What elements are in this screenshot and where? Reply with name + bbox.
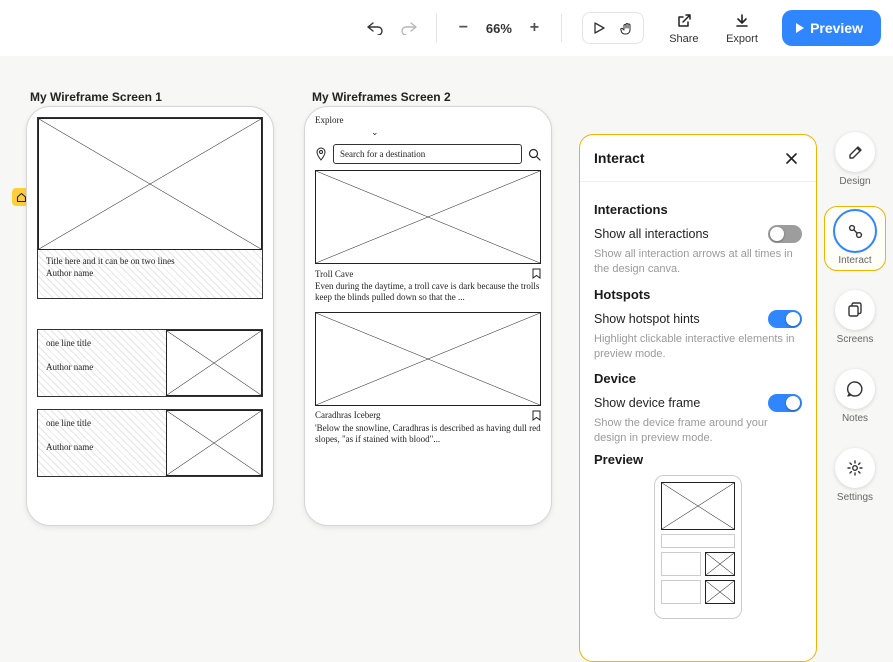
image-placeholder (661, 482, 735, 530)
zoom-in-button[interactable]: + (520, 13, 549, 43)
text-placeholder (661, 580, 701, 604)
share-label: Share (669, 33, 698, 45)
rail-design[interactable]: Design (825, 128, 885, 191)
preview-button[interactable]: Preview (782, 10, 881, 46)
device-frame-1[interactable]: Title here and it can be on two lines Au… (26, 106, 274, 526)
close-icon (786, 153, 797, 164)
device-frame-2[interactable]: Explore ⌄ Search for a destination Troll… (304, 106, 552, 526)
chevron-down-icon[interactable]: ⌄ (305, 127, 551, 138)
export-icon (734, 11, 750, 31)
item-body: 'Below the snowline, Caradhras is descri… (315, 423, 541, 446)
rail-label: Interact (838, 255, 871, 266)
card-small[interactable]: one line title Author name (37, 409, 263, 477)
show-hotspot-hints-desc: Highlight clickable interactive elements… (594, 332, 802, 362)
search-icon[interactable] (528, 148, 541, 161)
text-placeholder (661, 534, 735, 548)
item-body: Even during the daytime, a troll cave is… (315, 281, 541, 304)
toolbar-divider (436, 14, 437, 42)
pencil-icon (835, 132, 875, 172)
show-all-interactions-desc: Show all interaction arrows at all times… (594, 247, 802, 277)
image-placeholder (38, 118, 262, 250)
screens-icon (835, 290, 875, 330)
rail-label: Notes (842, 413, 868, 424)
card-title: Title here and it can be on two lines (38, 250, 262, 268)
home-icon (16, 192, 27, 203)
preview-heading: Preview (594, 452, 802, 467)
toolbar-divider (561, 14, 562, 42)
zoom-out-button[interactable]: − (449, 13, 478, 43)
undo-button[interactable] (360, 13, 389, 43)
explore-heading: Explore (315, 115, 344, 125)
search-input[interactable]: Search for a destination (333, 144, 522, 164)
cursor-mode-group (582, 12, 644, 44)
bookmark-icon[interactable] (532, 268, 541, 279)
list-item[interactable]: Caradhras Iceberg 'Below the snowline, C… (315, 312, 541, 446)
bookmark-icon[interactable] (532, 410, 541, 421)
card-title: one line title (46, 338, 158, 348)
image-placeholder (166, 410, 262, 476)
interact-panel: Interact Interactions Show all interacti… (579, 134, 817, 662)
show-device-frame-desc: Show the device frame around your design… (594, 416, 802, 446)
item-title: Troll Cave (315, 269, 353, 279)
card-large[interactable]: Title here and it can be on two lines Au… (37, 117, 263, 299)
panel-title: Interact (594, 150, 645, 166)
design-canvas[interactable]: My Wireframe Screen 1 Title here and it … (0, 56, 893, 622)
map-pin-icon (315, 147, 327, 161)
right-rail: Design Interact Screens Notes Settings (821, 128, 889, 507)
rail-interact[interactable]: Interact (825, 207, 885, 270)
zoom-level: 66% (484, 21, 514, 36)
rail-label: Design (839, 176, 870, 187)
card-author: Author name (46, 442, 158, 452)
settings-icon (835, 448, 875, 488)
interact-icon (835, 211, 875, 251)
show-all-interactions-toggle[interactable] (768, 225, 802, 243)
show-hotspot-hints-label: Show hotspot hints (594, 312, 700, 326)
image-placeholder (166, 330, 262, 396)
screen-title[interactable]: My Wireframe Screen 1 (30, 90, 162, 104)
share-icon (676, 11, 692, 31)
section-heading-interactions: Interactions (594, 202, 802, 217)
device-preview-thumbnail (654, 475, 742, 619)
play-mode-button[interactable] (585, 15, 613, 41)
image-placeholder (705, 580, 735, 604)
rail-settings[interactable]: Settings (825, 444, 885, 507)
rail-label: Screens (837, 334, 874, 345)
item-title: Caradhras Iceberg (315, 410, 381, 420)
rail-notes[interactable]: Notes (825, 365, 885, 428)
card-author: Author name (38, 268, 262, 298)
hand-mode-button[interactable] (613, 15, 641, 41)
section-heading-hotspots: Hotspots (594, 287, 802, 302)
image-placeholder (315, 312, 541, 406)
export-label: Export (726, 33, 758, 45)
show-all-interactions-label: Show all interactions (594, 227, 709, 241)
show-hotspot-hints-toggle[interactable] (768, 310, 802, 328)
play-icon (796, 23, 804, 33)
screen-title[interactable]: My Wireframes Screen 2 (312, 90, 451, 104)
rail-screens[interactable]: Screens (825, 286, 885, 349)
card-small[interactable]: one line title Author name (37, 329, 263, 397)
notes-icon (835, 369, 875, 409)
close-button[interactable] (780, 147, 802, 169)
rail-label: Settings (837, 492, 873, 503)
share-button[interactable]: Share (658, 11, 710, 45)
search-row: Search for a destination (315, 144, 541, 164)
card-title: one line title (46, 418, 158, 428)
card-author: Author name (46, 362, 158, 372)
export-button[interactable]: Export (716, 11, 768, 45)
image-placeholder (315, 170, 541, 264)
list-item[interactable]: Troll Cave Even during the daytime, a tr… (315, 170, 541, 304)
show-device-frame-toggle[interactable] (768, 394, 802, 412)
preview-button-label: Preview (810, 20, 863, 36)
section-heading-device: Device (594, 371, 802, 386)
redo-button[interactable] (395, 13, 424, 43)
image-placeholder (705, 552, 735, 576)
show-device-frame-label: Show device frame (594, 396, 700, 410)
top-toolbar: − 66% + Share Export Preview (0, 0, 893, 56)
text-placeholder (661, 552, 701, 576)
